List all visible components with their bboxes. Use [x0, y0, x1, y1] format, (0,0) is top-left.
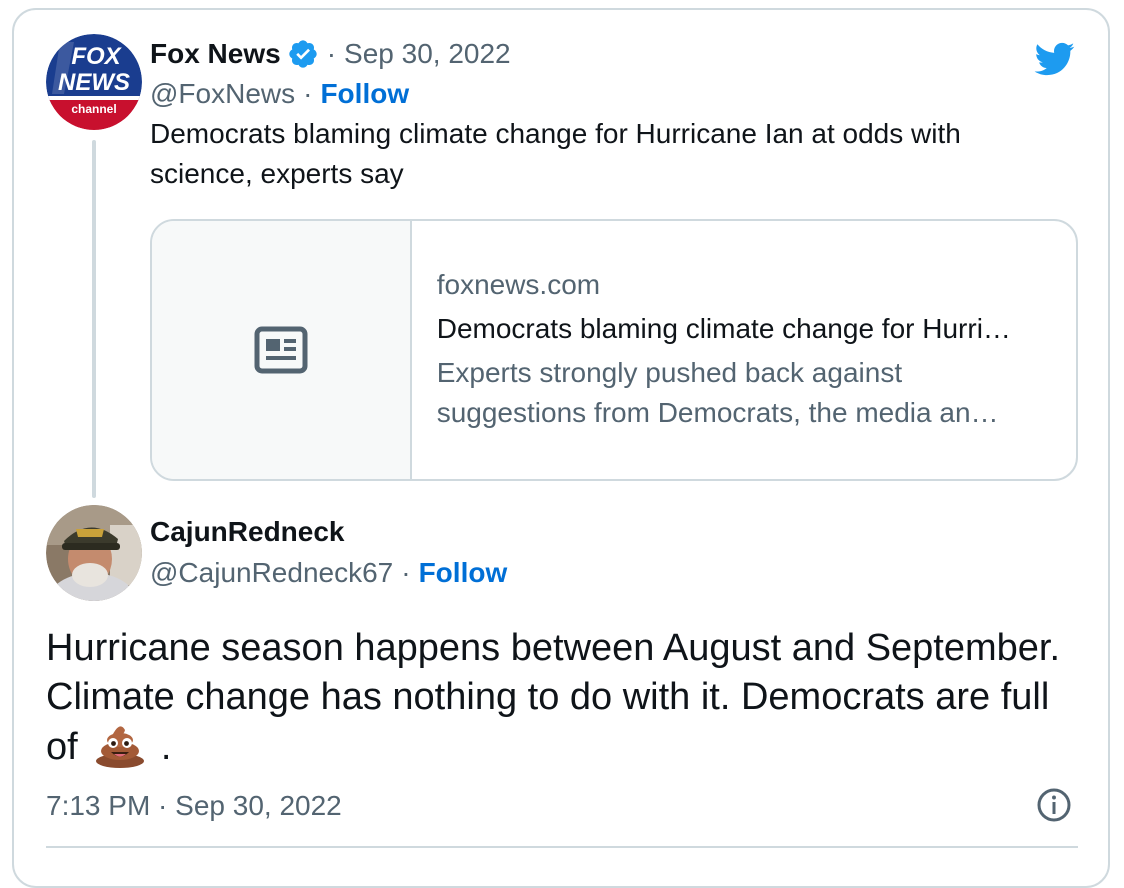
author-name[interactable]: CajunRedneck: [150, 516, 345, 548]
reply-tweet-text: Hurricane season happens between August …: [46, 624, 1086, 772]
pile-of-poo-emoji: [96, 726, 145, 768]
avatar-news-text: NEWS: [58, 69, 130, 96]
follow-button[interactable]: Follow: [320, 78, 409, 110]
link-domain: foxnews.com: [436, 269, 601, 300]
follow-button[interactable]: Follow: [419, 557, 508, 589]
avatar-channel-text: channel: [71, 102, 116, 116]
separator-dot: ·: [326, 38, 337, 69]
verified-badge-icon: [289, 40, 317, 68]
reply-tweet-handle-row: @CajunRedneck67 · Follow: [150, 553, 507, 593]
link-preview-body: foxnews.com Democrats blaming climate ch…: [412, 221, 1076, 479]
link-description-line: Experts strongly pushed back against: [436, 357, 903, 388]
fox-news-avatar[interactable]: FOX NEWS channel: [46, 34, 142, 130]
avatar-fox-text: FOX: [71, 43, 122, 70]
twitter-bird-icon[interactable]: [1030, 38, 1078, 80]
reply-text-part: .: [160, 726, 172, 768]
quoted-tweet-text: Democrats blaming climate change for Hur…: [150, 118, 961, 189]
cajunredneck-avatar[interactable]: [46, 505, 142, 601]
thread-connector-line: [92, 140, 96, 498]
link-description: Experts strongly pushed back against sug…: [437, 353, 1052, 433]
link-description-line: suggestions from Democrats, the media an…: [436, 397, 999, 428]
link-preview-card[interactable]: foxnews.com Democrats blaming climate ch…: [150, 219, 1078, 481]
author-name[interactable]: Fox News: [150, 38, 281, 70]
separator-dot: ·: [401, 557, 411, 588]
tweet-date[interactable]: Sep 30, 2022: [344, 38, 511, 70]
author-handle[interactable]: @FoxNews: [150, 78, 295, 110]
link-title: Democrats blaming climate change for Hur…: [436, 313, 1011, 344]
reply-tweet-header: CajunRedneck: [150, 512, 345, 552]
divider: [46, 846, 1078, 848]
news-article-icon: [254, 326, 308, 374]
link-thumbnail: [152, 221, 412, 479]
reply-text-part: Hurricane season happens between August …: [46, 627, 1061, 768]
quoted-tweet-handle-row: @FoxNews · Follow: [150, 74, 409, 114]
quoted-tweet-header: Fox News · Sep 30, 2022: [150, 34, 511, 74]
info-icon[interactable]: [1036, 787, 1072, 823]
tweet-timestamp[interactable]: 7:13 PM · Sep 30, 2022: [46, 786, 342, 826]
separator-dot: ·: [303, 78, 313, 109]
author-handle[interactable]: @CajunRedneck67: [150, 557, 393, 589]
